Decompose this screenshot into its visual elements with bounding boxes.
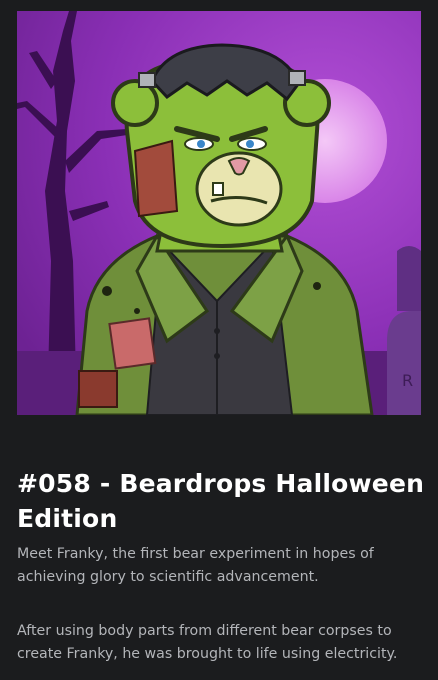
description-paragraph-1: Meet Franky, the first bear experiment i… (17, 546, 374, 585)
tombstone-letter: R (402, 371, 413, 390)
neck-bolt-left (138, 72, 156, 88)
tombstone-back (397, 246, 421, 311)
tombstone (387, 311, 421, 415)
neck-bolt-right (288, 70, 306, 86)
nft-artwork[interactable]: R (17, 11, 421, 415)
description-paragraph-2: After using body parts from different be… (17, 623, 398, 662)
frankenstein-bear-illustration: R (17, 11, 421, 415)
jacket-patch (108, 317, 157, 370)
nft-title: #058 - Beardrops Halloween Edition (17, 469, 425, 533)
